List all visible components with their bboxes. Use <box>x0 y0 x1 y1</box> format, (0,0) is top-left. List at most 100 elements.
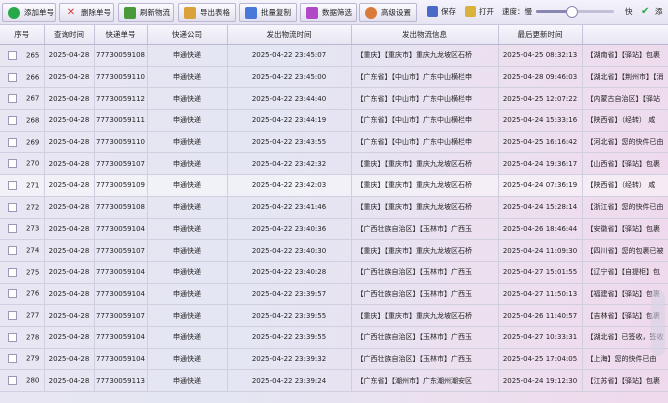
row-checkbox[interactable] <box>8 332 17 342</box>
tracking-number-cell: 77730059113 <box>94 369 148 392</box>
row-checkbox[interactable] <box>8 159 17 169</box>
table-row[interactable]: 276 2025-04-28 77730059104 申通快递 2025-04-22 2… <box>0 283 668 306</box>
speed-slider-thumb[interactable] <box>566 6 579 18</box>
latest-info-cell: 【辽宁省】【自提柜】包 <box>582 261 668 284</box>
updated-time-cell: 2025-04-25 08:32:13 <box>498 44 583 67</box>
row-number: 267 <box>26 94 40 103</box>
refresh-logistics-button[interactable]: 刷新物流 <box>118 3 174 22</box>
column-header-latest-info[interactable] <box>582 25 668 45</box>
open-label: 打开 <box>479 7 494 16</box>
export-table-button[interactable]: 导出表格 <box>178 3 236 22</box>
table-row[interactable]: 266 2025-04-28 77730059110 申通快递 2025-04-22 2… <box>0 66 668 89</box>
delete-tracking-button[interactable]: ✕ 删除单号 <box>59 3 114 22</box>
table-row[interactable]: 269 2025-04-28 77730059110 申通快递 2025-04-22 2… <box>0 131 668 154</box>
open-button[interactable]: 打开 <box>465 4 494 19</box>
latest-info-cell: 【浙江省】您的快件已由 <box>582 196 668 219</box>
query-time-cell: 2025-04-28 <box>44 304 95 327</box>
row-checkbox[interactable] <box>8 354 17 364</box>
tracking-number-cell: 77730059111 <box>94 109 148 132</box>
table-row[interactable]: 280 2025-04-28 77730059113 申通快递 2025-04-22 2… <box>0 369 668 392</box>
add-tracking-button[interactable]: 添加单号 <box>2 3 56 22</box>
row-checkbox[interactable] <box>8 224 17 234</box>
company-cell: 申通快递 <box>147 66 228 89</box>
table-row[interactable]: 271 2025-04-28 77730059109 申通快递 2025-04-22 2… <box>0 174 668 197</box>
data-filter-button[interactable]: 数据筛选 <box>300 3 357 22</box>
row-checkbox[interactable] <box>8 115 17 125</box>
column-header-query-time[interactable]: 查询时间 <box>44 25 95 45</box>
row-checkbox[interactable] <box>8 311 17 321</box>
tracking-number-cell: 77730059107 <box>94 304 148 327</box>
sent-info-cell: 【广东省】【中山市】广东中山横栏申 <box>351 109 499 132</box>
sent-time-cell: 2025-04-22 23:40:30 <box>227 239 352 262</box>
table-row[interactable]: 268 2025-04-28 77730059111 申通快递 2025-04-22 2… <box>0 109 668 132</box>
settings-icon <box>365 6 377 19</box>
query-time-cell: 2025-04-28 <box>44 326 95 349</box>
row-checkbox[interactable] <box>8 246 17 256</box>
sent-info-cell: 【重庆】【重庆市】重庆九龙坡区石桥 <box>351 152 499 176</box>
table-row[interactable]: 278 2025-04-28 77730059104 申通快递 2025-04-22 2… <box>0 326 668 349</box>
row-checkbox[interactable] <box>8 180 17 190</box>
row-number-cell: 279 <box>0 348 45 371</box>
row-checkbox[interactable] <box>8 94 17 104</box>
toolbar: 添加单号 ✕ 删除单号 刷新物流 导出表格 批量复制 数据筛选 高级设置 保存 … <box>0 0 668 25</box>
row-checkbox[interactable] <box>8 50 17 60</box>
table-row[interactable]: 274 2025-04-28 77730059107 申通快递 2025-04-22 2… <box>0 239 668 262</box>
row-number: 270 <box>26 159 40 168</box>
speed-slider[interactable] <box>536 6 614 18</box>
row-checkbox[interactable] <box>8 72 17 82</box>
table-row[interactable]: 265 2025-04-28 77730059108 申通快递 2025-04-22 2… <box>0 44 668 67</box>
column-header-sent-info[interactable]: 发出物流信息 <box>351 25 499 45</box>
save-button[interactable]: 保存 <box>427 4 456 19</box>
row-checkbox[interactable] <box>8 202 17 212</box>
query-time-cell: 2025-04-28 <box>44 218 95 241</box>
table-row[interactable]: 279 2025-04-28 77730059104 申通快递 2025-04-22 2… <box>0 348 668 371</box>
updated-time-cell: 2025-04-27 10:33:31 <box>498 326 583 349</box>
column-header-company[interactable]: 快递公司 <box>147 25 228 45</box>
sent-info-cell: 【广西壮族自治区】【玉林市】广西玉 <box>351 218 499 241</box>
company-cell: 申通快递 <box>147 131 228 154</box>
column-header-updated-time[interactable]: 最后更新时间 <box>498 25 583 45</box>
table-row[interactable]: 275 2025-04-28 77730059104 申通快递 2025-04-22 2… <box>0 261 668 284</box>
company-cell: 申通快递 <box>147 152 228 176</box>
row-number-cell: 272 <box>0 196 45 219</box>
table-row[interactable]: 270 2025-04-28 77730059107 申通快递 2025-04-22 2… <box>0 152 668 176</box>
sent-time-cell: 2025-04-22 23:40:28 <box>227 261 352 284</box>
column-header-no[interactable]: 序号 <box>0 25 45 45</box>
row-number-cell: 266 <box>0 66 45 89</box>
table-row[interactable]: 273 2025-04-28 77730059104 申通快递 2025-04-22 2… <box>0 218 668 241</box>
table-row[interactable]: 267 2025-04-28 77730059112 申通快递 2025-04-22 2… <box>0 87 668 111</box>
sent-info-cell: 【广东省】【潮州市】广东潮州潮安区 <box>351 369 499 392</box>
company-cell: 申通快递 <box>147 326 228 349</box>
latest-info-cell: 【四川省】您的包裹已被 <box>582 239 668 262</box>
row-number: 272 <box>26 203 40 212</box>
sent-info-cell: 【广西壮族自治区】【玉林市】广西玉 <box>351 261 499 284</box>
row-checkbox[interactable] <box>8 376 17 386</box>
latest-info-cell: 【陕西省】（经转） 咸 <box>582 109 668 132</box>
row-number-cell: 276 <box>0 283 45 306</box>
row-number-cell: 265 <box>0 44 45 67</box>
row-checkbox[interactable] <box>8 289 17 299</box>
sent-time-cell: 2025-04-22 23:41:46 <box>227 196 352 219</box>
column-header-tracking-no[interactable]: 快递单号 <box>94 25 148 45</box>
updated-time-cell: 2025-04-24 11:09:30 <box>498 239 583 262</box>
row-number-cell: 278 <box>0 326 45 349</box>
row-number-cell: 274 <box>0 239 45 262</box>
extra-button[interactable]: ✔ 添 <box>641 4 663 19</box>
row-checkbox[interactable] <box>8 267 17 277</box>
vertical-scrollbar[interactable] <box>651 290 665 356</box>
query-time-cell: 2025-04-28 <box>44 174 95 197</box>
copy-icon <box>245 6 257 19</box>
data-filter-label: 数据筛选 <box>322 8 352 17</box>
table-row[interactable]: 277 2025-04-28 77730059107 申通快递 2025-04-22 2… <box>0 304 668 327</box>
row-checkbox[interactable] <box>8 137 17 147</box>
sent-time-cell: 2025-04-22 23:42:32 <box>227 152 352 176</box>
table-row[interactable]: 272 2025-04-28 77730059108 申通快递 2025-04-22 2… <box>0 196 668 219</box>
row-number: 269 <box>26 138 40 147</box>
export-icon <box>184 6 196 19</box>
column-header-sent-time[interactable]: 发出物流时间 <box>227 25 352 45</box>
batch-copy-button[interactable]: 批量复制 <box>239 3 297 22</box>
advanced-settings-button[interactable]: 高级设置 <box>359 3 417 22</box>
company-cell: 申通快递 <box>147 109 228 132</box>
table-header-row: 序号 查询时间 快递单号 快递公司 发出物流时间 发出物流信息 最后更新时间 <box>0 25 668 45</box>
sent-time-cell: 2025-04-22 23:43:55 <box>227 131 352 154</box>
